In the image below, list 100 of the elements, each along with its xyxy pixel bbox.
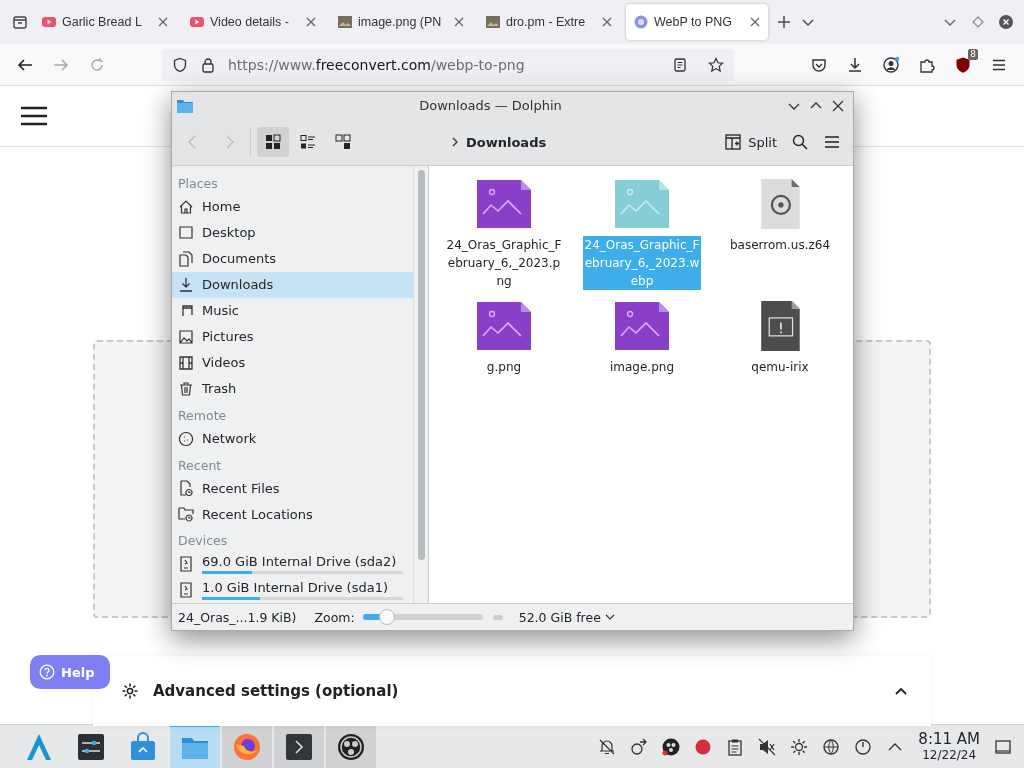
sidebar-item[interactable]: Pictures xyxy=(172,323,413,350)
browser-tab[interactable]: Video details - xyxy=(182,4,324,40)
sidebar-item[interactable]: Desktop xyxy=(172,219,413,246)
sidebar-item[interactable]: Downloads xyxy=(172,271,413,298)
browser-tab[interactable]: dro.pm - Extre xyxy=(478,4,620,40)
trash-can-icon xyxy=(178,380,194,397)
split-button[interactable]: Split xyxy=(724,133,777,151)
close-icon[interactable] xyxy=(750,17,760,27)
chevron-right-icon xyxy=(450,137,460,147)
play-icon xyxy=(190,15,204,29)
tab-title: Video details - xyxy=(210,15,290,29)
sidebar-item[interactable]: Videos xyxy=(172,349,413,376)
sidebar-item[interactable]: 1.0 GiB Internal Drive (sda1) xyxy=(172,577,413,603)
tab-title: dro.pm - Extre xyxy=(506,15,587,29)
tab-title: image.png (PN xyxy=(358,15,443,29)
speaker-muted-icon[interactable] xyxy=(758,737,777,756)
globe-icon[interactable] xyxy=(822,737,841,756)
zoom-slider-thumb[interactable] xyxy=(378,609,395,625)
star-icon[interactable] xyxy=(708,56,724,73)
new-tab-icon[interactable] xyxy=(776,14,792,30)
gear-icon xyxy=(121,682,139,700)
sidebar-item[interactable]: Music xyxy=(172,297,413,324)
browser-tab[interactable]: WebP to PNG xyxy=(626,4,768,40)
show-desktop-icon[interactable] xyxy=(994,737,1012,756)
browser-tab[interactable]: image.png (PN xyxy=(330,4,472,40)
sliders-icon xyxy=(76,731,106,762)
file-item[interactable]: qemu-irix xyxy=(711,300,849,376)
close-icon[interactable] xyxy=(602,17,612,27)
fox-globe-icon xyxy=(232,731,262,762)
record-dot-icon[interactable] xyxy=(694,737,713,756)
document-icon xyxy=(178,250,194,267)
section-heading: Devices xyxy=(177,532,229,551)
split-view-icon xyxy=(724,133,743,151)
url-text: https://www.freeconvert.com/webp-to-png xyxy=(228,56,525,73)
sidebar-item-label: Music xyxy=(202,303,240,319)
selection-info: 24_Oras_...1.9 KiB) xyxy=(178,609,297,625)
download-icon[interactable] xyxy=(846,55,864,74)
taskbar-app[interactable] xyxy=(274,724,324,768)
advanced-settings-panel[interactable]: Advanced settings (optional) xyxy=(93,656,931,726)
file-item[interactable]: g.png xyxy=(435,300,573,376)
sidebar-item-label: Downloads xyxy=(202,277,275,293)
chevron-down-icon[interactable] xyxy=(604,612,615,622)
zoom-slider[interactable] xyxy=(362,609,483,625)
close-icon[interactable] xyxy=(454,17,464,27)
drive-icon xyxy=(178,556,194,572)
sidebar-item-label: Desktop xyxy=(202,225,257,241)
close-icon[interactable] xyxy=(831,98,845,113)
record-circle-icon xyxy=(336,731,366,762)
file-item[interactable]: 24_Oras_Graphic_February_6,_2023.png xyxy=(435,178,573,290)
menu-icon[interactable] xyxy=(823,133,841,151)
file-name: baserrom.us.z64 xyxy=(728,237,832,254)
file-item[interactable]: image.png xyxy=(573,300,711,376)
address-bar[interactable]: https://www.freeconvert.com/webp-to-png xyxy=(162,48,734,81)
tab-overview-icon[interactable] xyxy=(12,14,28,30)
menu-icon[interactable] xyxy=(21,106,47,126)
circle-icon xyxy=(634,15,648,29)
record-circle-icon[interactable] xyxy=(662,737,681,756)
reader-view-icon[interactable] xyxy=(672,56,688,73)
search-icon[interactable] xyxy=(791,133,809,151)
sidebar-item-label: 69.0 GiB Internal Drive (sda2) xyxy=(202,554,398,569)
browser-tab[interactable]: Garlic Bread L xyxy=(34,4,176,40)
clipboard-icon[interactable] xyxy=(726,737,745,756)
close-icon[interactable] xyxy=(306,17,316,27)
clock[interactable]: 8:11 AM 12/22/24 xyxy=(918,732,980,761)
sidebar-item[interactable]: Recent Files xyxy=(172,475,413,502)
padlock-icon xyxy=(200,56,216,73)
close-icon[interactable] xyxy=(158,17,168,27)
sidebar-item[interactable]: 69.0 GiB Internal Drive (sda2) xyxy=(172,551,413,577)
breadcrumb-item[interactable]: Downloads xyxy=(466,134,547,150)
account-icon[interactable] xyxy=(882,55,900,74)
view-mode-button[interactable] xyxy=(257,127,289,157)
shield-icon[interactable] xyxy=(954,55,972,74)
house-icon xyxy=(178,198,194,215)
sidebar-item-label: Documents xyxy=(202,251,278,267)
bell-muted-icon[interactable] xyxy=(598,737,617,756)
file-item[interactable]: baserrom.us.z64 xyxy=(711,178,849,290)
sidebar-item[interactable]: Trash xyxy=(172,375,413,402)
section-heading: Recent xyxy=(177,456,223,475)
sidebar-item[interactable]: Documents xyxy=(172,245,413,272)
free-space-label[interactable]: 52.0 GiB free xyxy=(518,609,601,625)
diamond-icon[interactable] xyxy=(970,14,986,30)
globe-icon xyxy=(178,430,194,447)
sidebar-item[interactable]: Network xyxy=(172,425,413,452)
section-heading: Places xyxy=(177,175,219,193)
list-icon xyxy=(299,133,317,151)
brightness-icon[interactable] xyxy=(790,737,809,756)
tree-icon xyxy=(334,133,352,151)
file-name: 24_Oras_Graphic_February_6,_2023.webp xyxy=(583,236,701,290)
sidebar-item[interactable]: Recent Locations xyxy=(172,501,413,528)
taskbar-app[interactable] xyxy=(326,724,376,768)
sidebar-item[interactable]: Home xyxy=(172,193,413,220)
tab-title: WebP to PNG xyxy=(654,15,734,29)
advanced-settings-label: Advanced settings (optional) xyxy=(153,682,399,700)
drive-icon xyxy=(178,582,194,598)
file-name: image.png xyxy=(609,359,675,376)
close-icon[interactable] xyxy=(998,14,1014,30)
file-name: 24_Oras_Graphic_February_6,_2023.png xyxy=(445,237,563,290)
sidebar-item-label: Pictures xyxy=(202,329,255,345)
taskbar-app[interactable] xyxy=(222,724,272,768)
gauge-icon[interactable] xyxy=(854,737,873,756)
